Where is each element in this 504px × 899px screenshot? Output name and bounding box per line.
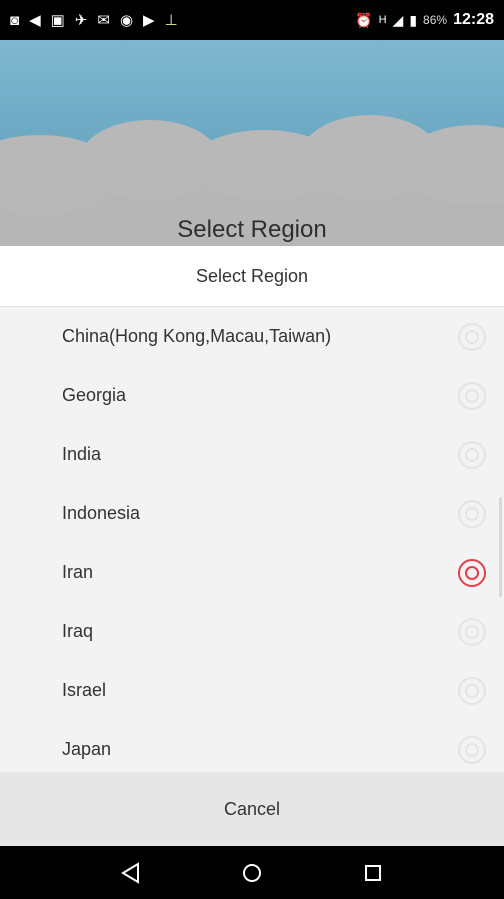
region-label: Iran <box>62 562 94 582</box>
radio-icon[interactable] <box>458 440 486 469</box>
background-header: Select Region <box>0 40 504 246</box>
clock: 12:28 <box>453 11 494 28</box>
region-dialog: Select Region China(Hong Kong,Macau,Taiw… <box>0 246 504 846</box>
gallery-icon: ▣ <box>50 11 65 29</box>
mail-icon: ✉ <box>97 11 110 29</box>
region-label: Indonesia <box>62 503 141 523</box>
messenger-icon: ✈ <box>74 11 88 29</box>
network-type: H <box>378 14 387 26</box>
back-button[interactable] <box>111 853 151 893</box>
radio-icon[interactable] <box>458 735 486 764</box>
radio-icon[interactable] <box>458 617 486 646</box>
region-item-india[interactable]: India <box>0 425 504 484</box>
region-label: Israel <box>62 680 107 700</box>
region-list[interactable]: China(Hong Kong,Macau,Taiwan) Georgia In… <box>0 307 504 772</box>
system-status: ⏰ H ◢ ▮ 86% 12:28 <box>355 11 494 29</box>
back-icon <box>120 861 139 884</box>
radio-icon[interactable] <box>458 381 486 410</box>
cancel-button[interactable]: Cancel <box>0 772 504 846</box>
region-label: Iraq <box>62 621 94 641</box>
region-label: Georgia <box>62 385 127 405</box>
radio-icon[interactable] <box>458 322 486 351</box>
home-button[interactable] <box>232 853 272 893</box>
signal-icon: ◢ <box>392 11 404 28</box>
notification-icons: ◙ ◀ ▣ ✈ ✉ ◉ ▶ ⊥ <box>10 13 178 28</box>
region-item-israel[interactable]: Israel <box>0 661 504 720</box>
download-icon: ⊥ <box>164 11 178 29</box>
alarm-icon: ⏰ <box>355 11 373 28</box>
region-label: China(Hong Kong,Macau,Taiwan) <box>62 326 332 346</box>
telegram-icon: ◀ <box>29 11 41 29</box>
navigation-bar <box>0 846 504 899</box>
recents-button[interactable] <box>353 853 393 893</box>
chrome-icon: ◉ <box>119 11 134 29</box>
battery-icon: ▮ <box>409 11 418 28</box>
radio-icon[interactable] <box>458 499 486 528</box>
region-label: India <box>62 444 102 464</box>
battery-percent: 86% <box>423 13 448 27</box>
region-item-georgia[interactable]: Georgia <box>0 366 504 425</box>
home-icon <box>242 863 261 882</box>
background-title: Select Region <box>177 216 327 243</box>
play-store-icon: ▶ <box>143 11 155 29</box>
radio-selected-icon[interactable] <box>458 558 486 587</box>
region-item-indonesia[interactable]: Indonesia <box>0 484 504 543</box>
region-item-china[interactable]: China(Hong Kong,Macau,Taiwan) <box>0 307 504 366</box>
dialog-title: Select Region <box>0 246 504 307</box>
region-label: Japan <box>62 739 112 759</box>
region-item-japan[interactable]: Japan <box>0 720 504 772</box>
region-item-iran[interactable]: Iran <box>0 543 504 602</box>
scrollbar[interactable] <box>499 497 502 597</box>
instagram-icon: ◙ <box>10 11 20 29</box>
status-bar: ◙ ◀ ▣ ✈ ✉ ◉ ▶ ⊥ ⏰ H ◢ ▮ 86% 12:28 <box>0 0 504 40</box>
radio-icon[interactable] <box>458 676 486 705</box>
region-item-iraq[interactable]: Iraq <box>0 602 504 661</box>
recents-icon <box>365 864 382 881</box>
